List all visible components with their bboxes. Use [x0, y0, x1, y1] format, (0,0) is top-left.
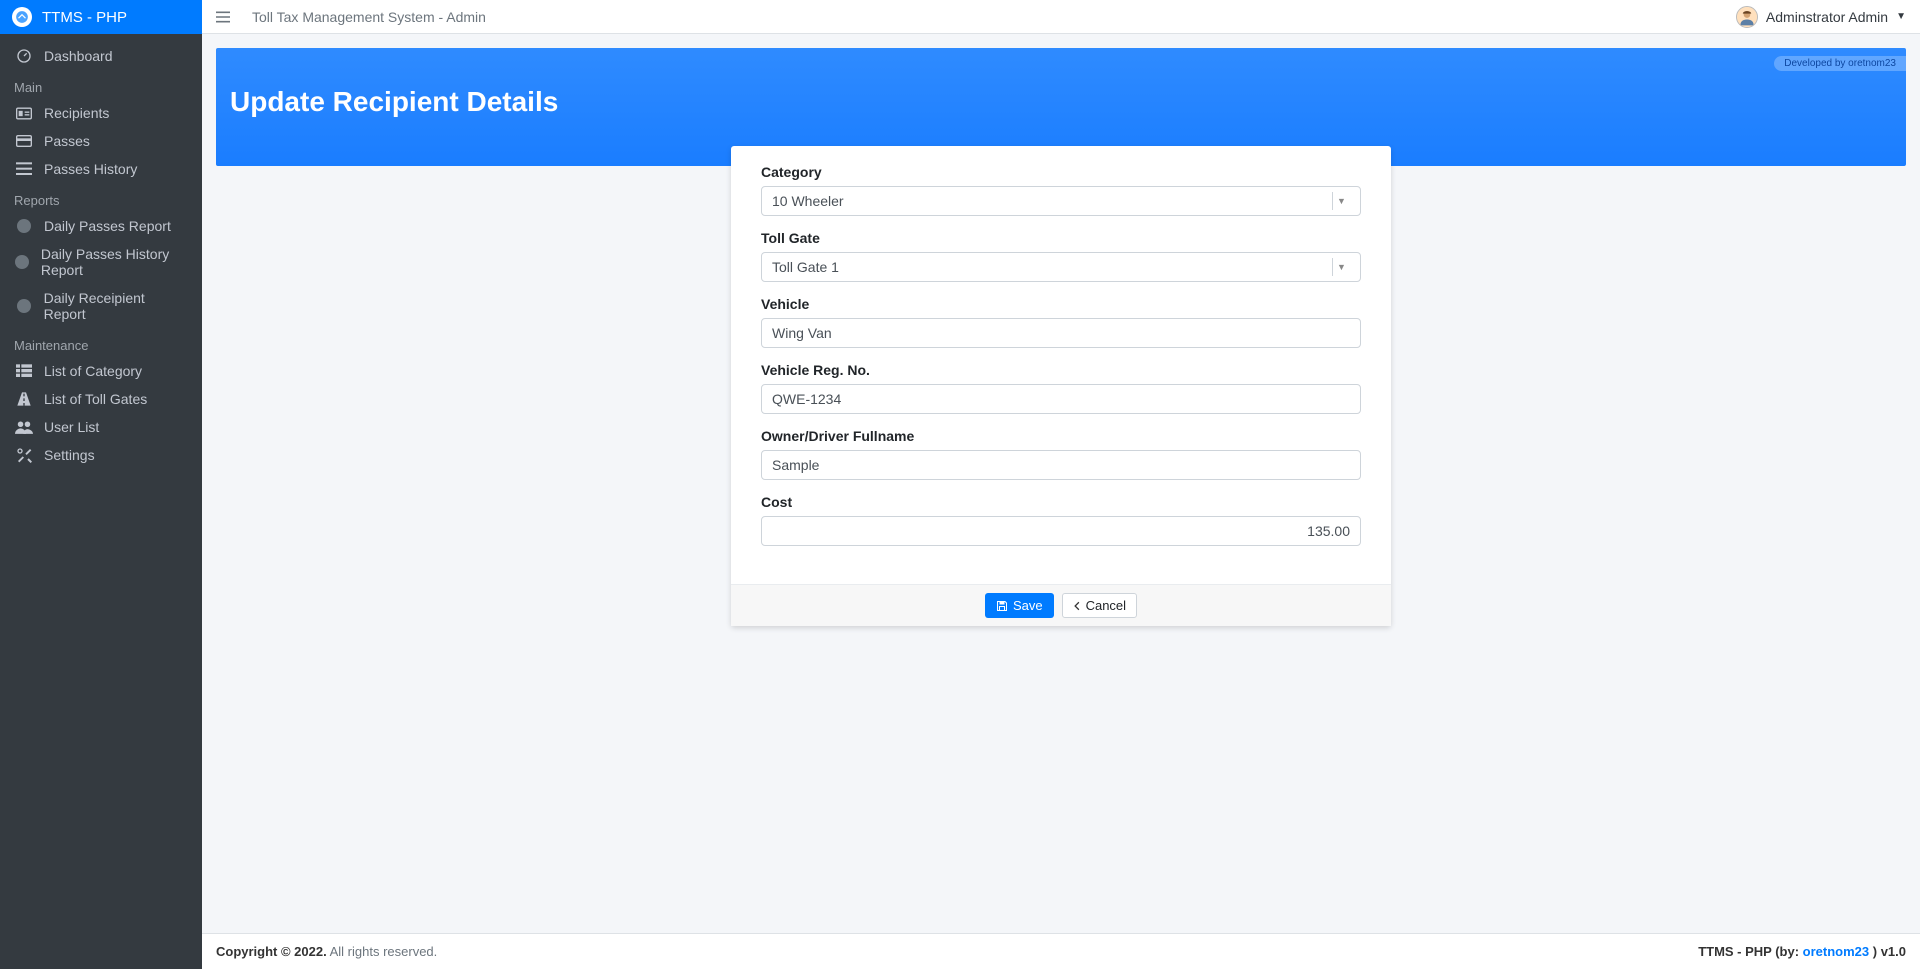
- nav-header-maintenance: Maintenance: [0, 328, 202, 357]
- circle-icon: [14, 255, 31, 269]
- vehicle-input[interactable]: [761, 318, 1361, 348]
- user-menu[interactable]: Adminstrator Admin ▼: [1736, 6, 1906, 28]
- tools-icon: [14, 447, 34, 463]
- nav-category-list[interactable]: List of Category: [0, 357, 202, 385]
- footer-copyright-bold: Copyright © 2022.: [216, 944, 327, 959]
- nav-recipients[interactable]: Recipients: [0, 99, 202, 127]
- toll-gate-select[interactable]: Toll Gate 1 ▼: [761, 252, 1361, 282]
- footer-copyright-rest: All rights reserved.: [327, 944, 438, 959]
- form-card: Category 10 Wheeler ▼ Toll Gate Toll Gat…: [731, 146, 1391, 626]
- menu-toggle-icon[interactable]: [216, 11, 230, 23]
- nav-daily-passes-label: Daily Passes Report: [44, 218, 171, 234]
- footer-right-suffix: ) v1.0: [1869, 944, 1906, 959]
- owner-input[interactable]: [761, 450, 1361, 480]
- chevron-left-icon: [1073, 601, 1081, 611]
- dev-badge: Developed by oretnom23: [1774, 56, 1906, 71]
- nav-header-main: Main: [0, 70, 202, 99]
- nav-passes-history-label: Passes History: [44, 161, 137, 177]
- nav-toll-gates[interactable]: List of Toll Gates: [0, 385, 202, 413]
- nav-dashboard-label: Dashboard: [44, 48, 113, 64]
- category-label: Category: [761, 164, 1361, 180]
- id-card-icon: [14, 107, 34, 120]
- owner-label: Owner/Driver Fullname: [761, 428, 1361, 444]
- reg-no-input[interactable]: [761, 384, 1361, 414]
- chevron-down-icon: ▼: [1332, 192, 1350, 210]
- save-icon: [996, 600, 1008, 612]
- credit-card-icon: [14, 135, 34, 147]
- brand-logo-icon: [12, 7, 32, 27]
- vehicle-label: Vehicle: [761, 296, 1361, 312]
- cost-label: Cost: [761, 494, 1361, 510]
- nav-dashboard[interactable]: Dashboard: [0, 42, 202, 70]
- caret-down-icon: ▼: [1896, 11, 1906, 22]
- cost-input[interactable]: [761, 516, 1361, 546]
- page-title: Update Recipient Details: [230, 86, 1892, 118]
- toll-gate-label: Toll Gate: [761, 230, 1361, 246]
- topbar: Toll Tax Management System - Admin Admin…: [202, 0, 1920, 34]
- nav-daily-recipient-label: Daily Receipient Report: [44, 290, 188, 322]
- avatar-icon: [1736, 6, 1758, 28]
- footer: Copyright © 2022. All rights reserved. T…: [202, 933, 1920, 969]
- nav-recipients-label: Recipients: [44, 105, 109, 121]
- save-button[interactable]: Save: [985, 593, 1054, 618]
- user-name: Adminstrator Admin: [1766, 9, 1888, 25]
- save-button-label: Save: [1013, 598, 1043, 613]
- toll-gate-select-value: Toll Gate 1: [772, 259, 1332, 275]
- chevron-down-icon: ▼: [1332, 258, 1350, 276]
- sidebar: TTMS - PHP Dashboard Main Recipients P: [0, 0, 202, 969]
- nav-category-list-label: List of Category: [44, 363, 142, 379]
- category-select-value: 10 Wheeler: [772, 193, 1332, 209]
- nav-daily-passes[interactable]: Daily Passes Report: [0, 212, 202, 240]
- brand-title: TTMS - PHP: [42, 9, 127, 26]
- brand[interactable]: TTMS - PHP: [0, 0, 202, 34]
- cancel-button-label: Cancel: [1086, 598, 1126, 613]
- nav-settings-label: Settings: [44, 447, 95, 463]
- nav-toll-gates-label: List of Toll Gates: [44, 391, 147, 407]
- topbar-title: Toll Tax Management System - Admin: [252, 9, 486, 25]
- list-icon: [14, 162, 34, 176]
- nav-passes-label: Passes: [44, 133, 90, 149]
- nav-user-list-label: User List: [44, 419, 99, 435]
- road-icon: [14, 392, 34, 406]
- th-list-icon: [14, 364, 34, 378]
- nav-daily-recipient[interactable]: Daily Receipient Report: [0, 284, 202, 328]
- cancel-button[interactable]: Cancel: [1062, 593, 1137, 618]
- circle-icon: [14, 219, 34, 233]
- reg-no-label: Vehicle Reg. No.: [761, 362, 1361, 378]
- dashboard-icon: [14, 48, 34, 64]
- nav-user-list[interactable]: User List: [0, 413, 202, 441]
- category-select[interactable]: 10 Wheeler ▼: [761, 186, 1361, 216]
- nav-daily-passes-history-label: Daily Passes History Report: [41, 246, 188, 278]
- nav-passes[interactable]: Passes: [0, 127, 202, 155]
- nav-settings[interactable]: Settings: [0, 441, 202, 469]
- users-icon: [14, 420, 34, 434]
- circle-icon: [14, 299, 34, 313]
- nav-passes-history[interactable]: Passes History: [0, 155, 202, 183]
- footer-author-link[interactable]: oretnom23: [1803, 944, 1869, 959]
- nav-header-reports: Reports: [0, 183, 202, 212]
- nav-daily-passes-history[interactable]: Daily Passes History Report: [0, 240, 202, 284]
- footer-right-prefix: TTMS - PHP (by:: [1698, 944, 1802, 959]
